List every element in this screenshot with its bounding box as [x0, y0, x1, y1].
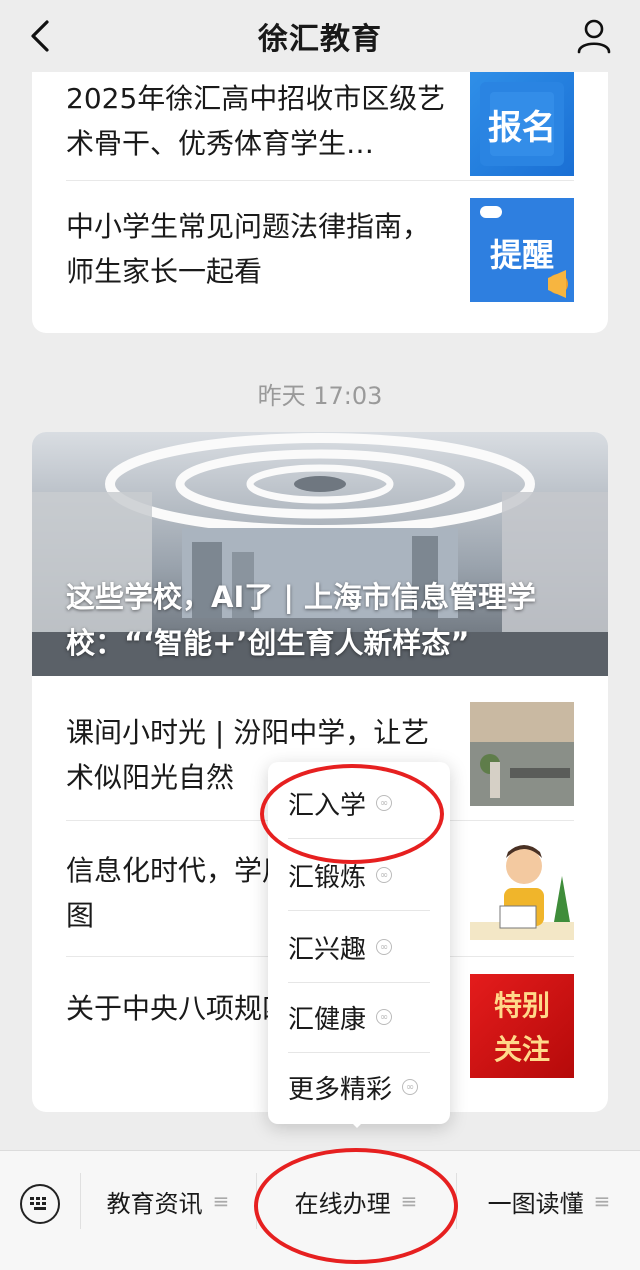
submenu-item-label: 更多精彩	[288, 1074, 393, 1105]
article-thumbnail	[470, 702, 574, 806]
article-item[interactable]: 2025年徐汇高中招收市区级艺术骨干、优秀体育学生… 报名	[66, 72, 574, 176]
article-item[interactable]: 中小学生常见问题法律指南，师生家长一起看 提醒	[66, 198, 574, 302]
menu-label: 在线办理	[294, 1189, 391, 1218]
menu-online-service[interactable]: 在线办理 ≡	[258, 1151, 454, 1251]
article-title: 2025年徐汇高中招收市区级艺术骨干、优秀体育学生…	[66, 82, 446, 160]
menu-label: 一图读懂	[487, 1189, 584, 1218]
article-thumbnail: 报名	[470, 72, 574, 176]
submenu-item-huixingqu[interactable]: 汇兴趣 ∞	[288, 912, 430, 982]
thumbnail-label: 特别	[493, 989, 550, 1022]
divider	[256, 1173, 257, 1229]
divider	[288, 910, 430, 911]
person-icon	[577, 19, 611, 54]
divider	[80, 1173, 81, 1229]
menu-lines-icon: ≡	[593, 1189, 611, 1213]
hero-article[interactable]: 这些学校，AI了 | 上海市信息管理学校：“‘智能+’创生育人新样态”	[32, 432, 608, 676]
menu-label: 教育资讯	[106, 1189, 203, 1218]
keyboard-button[interactable]	[20, 1184, 60, 1224]
message-timestamp: 昨天 17:03	[257, 382, 383, 410]
article-card-1: 2025年徐汇高中招收市区级艺术骨干、优秀体育学生… 报名 中小学生常见问题法律…	[32, 40, 608, 333]
mini-program-icon: ∞	[376, 1009, 393, 1025]
mini-program-icon: ∞	[376, 939, 393, 955]
chevron-left-icon	[31, 20, 49, 52]
thumbnail-label: 提醒	[489, 236, 554, 274]
submenu-item-more[interactable]: 更多精彩 ∞	[288, 1052, 430, 1122]
popup-pointer	[347, 1118, 367, 1128]
divider	[66, 180, 574, 181]
article-thumbnail	[470, 836, 574, 940]
submenu-popup: 汇入学 ∞ 汇锻炼 ∞ 汇兴趣 ∞ 汇健康 ∞ 更多精彩 ∞	[268, 762, 450, 1124]
menu-infographics[interactable]: 一图读懂 ≡	[458, 1151, 640, 1251]
submenu-item-huiduanlian[interactable]: 汇锻炼 ∞	[288, 840, 430, 910]
menu-lines-icon: ≡	[212, 1189, 230, 1213]
mini-program-icon: ∞	[402, 1079, 419, 1095]
top-nav-bar: 徐汇教育	[0, 0, 640, 72]
submenu-item-label: 汇兴趣	[288, 934, 367, 965]
submenu-item-huijiankang[interactable]: 汇健康 ∞	[288, 982, 430, 1052]
mini-program-icon: ∞	[376, 867, 393, 883]
hero-title: 这些学校，AI了 | 上海市信息管理学校：“‘智能+’创生育人新样态”	[66, 580, 537, 660]
page-title: 徐汇教育	[258, 22, 382, 57]
divider	[288, 838, 430, 839]
article-thumbnail: 提醒	[470, 198, 574, 302]
thumbnail-label: 报名	[488, 108, 556, 148]
submenu-item-label: 汇锻炼	[288, 862, 367, 893]
submenu-item-label: 汇健康	[288, 1004, 367, 1035]
mini-program-icon: ∞	[376, 795, 393, 811]
submenu-item-huiruxue[interactable]: 汇入学 ∞	[288, 768, 430, 838]
divider	[456, 1173, 457, 1229]
menu-education-news[interactable]: 教育资讯 ≡	[82, 1151, 254, 1251]
keyboard-icon	[30, 1197, 46, 1210]
menu-lines-icon: ≡	[400, 1189, 418, 1213]
article-thumbnail: 特别 关注	[470, 974, 574, 1078]
bottom-menu-bar: 教育资讯 ≡ 在线办理 ≡ 一图读懂 ≡	[0, 1150, 640, 1270]
back-button[interactable]	[22, 18, 58, 54]
profile-button[interactable]	[574, 16, 614, 56]
thumbnail-label: 关注	[493, 1033, 550, 1066]
submenu-item-label: 汇入学	[288, 790, 367, 821]
article-title: 中小学生常见问题法律指南，师生家长一起看	[66, 210, 431, 288]
